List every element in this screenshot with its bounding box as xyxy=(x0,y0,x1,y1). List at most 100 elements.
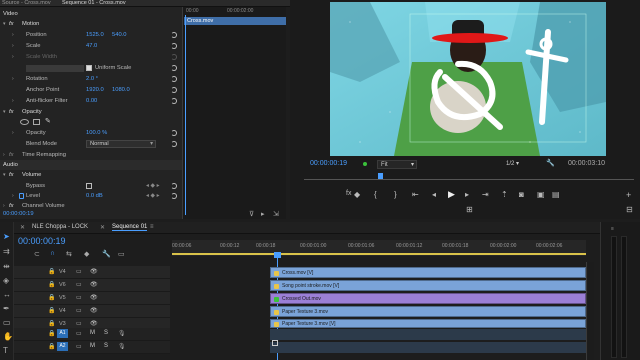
eye-icon[interactable]: 👁 xyxy=(90,268,98,275)
razor-tool-icon[interactable]: ◈ xyxy=(3,276,11,285)
work-area-bar[interactable] xyxy=(172,253,586,255)
fx-clip-bar[interactable]: Cross.mov xyxy=(184,17,286,25)
audio-keyframe-icon[interactable] xyxy=(272,340,278,346)
sync-lock-icon[interactable]: ▭ xyxy=(76,330,82,337)
clip-crossed-out[interactable]: Crossed Out.mov xyxy=(270,293,586,304)
reset-icon[interactable] xyxy=(171,141,177,147)
close-tab-icon[interactable]: ✕ xyxy=(20,224,25,231)
lock-icon[interactable]: 🔒 xyxy=(48,281,55,288)
program-scrubber[interactable] xyxy=(304,175,634,180)
lock-icon[interactable]: 🔒 xyxy=(48,268,55,275)
clip-cross[interactable]: Cross.mov [V] xyxy=(270,267,586,278)
magnet-icon[interactable]: ∩ xyxy=(50,250,55,257)
fx-filter-icon[interactable]: ⊽ xyxy=(249,210,254,218)
motion-toggle[interactable]: ▾ fx xyxy=(3,19,14,29)
reset-icon[interactable] xyxy=(171,98,177,104)
reset-icon[interactable] xyxy=(171,183,177,189)
anchor-y-value[interactable]: 1080.0 xyxy=(112,85,130,95)
stopwatch-icon[interactable] xyxy=(19,193,24,199)
timeline-ruler[interactable]: 00:00:06 00:00:12 00:00:18 00:00:01:00 0… xyxy=(172,240,586,256)
track-name[interactable]: A1 xyxy=(57,329,68,338)
eye-icon[interactable]: 👁 xyxy=(90,320,98,327)
anti-flicker-value[interactable]: 0.00 xyxy=(86,96,97,106)
linked-selection-icon[interactable]: ⇆ xyxy=(66,250,72,258)
track-header[interactable]: V6 🔒 ▭ 👁 xyxy=(14,279,170,292)
lock-icon[interactable]: 🔒 xyxy=(48,330,55,337)
audio-track-header[interactable]: 🔒 A1 ▭ M S 🎙 xyxy=(14,328,170,341)
opacity-value[interactable]: 100.0 % xyxy=(86,128,107,138)
type-tool-icon[interactable]: T xyxy=(3,346,11,355)
bypass-checkbox[interactable] xyxy=(86,183,92,189)
lock-icon[interactable]: 🔒 xyxy=(48,307,55,314)
eye-icon[interactable]: 👁 xyxy=(90,294,98,301)
fx-timecode[interactable]: 00:00:00:19 xyxy=(3,210,34,219)
pen-mask-icon[interactable]: ✎ xyxy=(45,118,51,126)
keyframe-nav-icon[interactable]: ◂ ◆ ▸ xyxy=(146,181,160,191)
fx-playhead[interactable] xyxy=(185,15,186,215)
fx-icon[interactable]: fx xyxy=(346,190,351,197)
reset-icon[interactable] xyxy=(171,76,177,82)
reset-icon[interactable] xyxy=(171,87,177,93)
eye-icon[interactable]: 👁 xyxy=(90,307,98,314)
fit-select[interactable]: Fit ▾ xyxy=(377,160,417,169)
uniform-scale-checkbox[interactable] xyxy=(86,65,92,71)
lift-icon[interactable]: ⇡ xyxy=(501,190,508,199)
go-to-in-icon[interactable]: ⇤ xyxy=(412,190,419,199)
lock-icon[interactable]: 🔒 xyxy=(48,343,55,350)
lock-icon[interactable]: 🔒 xyxy=(48,320,55,327)
audio-clip-a2[interactable] xyxy=(270,342,586,353)
blend-mode-select[interactable]: Normal ▾ xyxy=(86,140,156,148)
ellipse-mask-icon[interactable] xyxy=(20,119,29,125)
scale-value[interactable]: 47.0 xyxy=(86,41,97,51)
timeline-vertical-scrollbar[interactable] xyxy=(588,262,594,360)
clip-paper-texture-v[interactable]: Paper Texture 3.mov [V] xyxy=(270,319,586,328)
mark-in-icon[interactable]: { xyxy=(374,190,377,199)
slip-tool-icon[interactable]: ↔ xyxy=(3,290,11,299)
audio-clip-a1[interactable] xyxy=(270,329,586,340)
track-header[interactable]: V5 🔒 ▭ 👁 xyxy=(14,292,170,305)
reset-icon[interactable] xyxy=(171,43,177,49)
fx-play-icon[interactable]: ▸ xyxy=(261,210,265,218)
solo-button[interactable]: S xyxy=(104,330,108,336)
microphone-icon[interactable]: 🎙 xyxy=(118,330,126,337)
reset-icon[interactable] xyxy=(171,65,177,71)
level-value[interactable]: 0.0 dB xyxy=(86,191,103,201)
time-remapping-label[interactable]: Time Remapping xyxy=(22,150,66,160)
camera-icon[interactable]: ◙ xyxy=(519,190,524,199)
tab-nle-choppa[interactable]: NLE Choppa - LOCK xyxy=(32,224,88,230)
sync-lock-icon[interactable]: ▭ xyxy=(76,307,82,314)
mark-out-icon[interactable]: } xyxy=(394,190,397,199)
reset-icon[interactable] xyxy=(171,130,177,136)
microphone-icon[interactable]: 🎙 xyxy=(118,343,126,350)
clip-paper-texture[interactable]: Paper Texture 3.mov xyxy=(270,306,586,317)
rectangle-tool-icon[interactable]: ▭ xyxy=(3,318,11,327)
meter-menu-icon[interactable]: ≡ xyxy=(611,226,614,232)
track-header[interactable]: V4 🔒 ▭ 👁 xyxy=(14,305,170,318)
go-to-out-icon[interactable]: ⇥ xyxy=(482,190,489,199)
reset-icon[interactable] xyxy=(171,193,177,199)
lock-icon[interactable]: 🔒 xyxy=(48,294,55,301)
fx-export-icon[interactable]: ⇲ xyxy=(273,210,279,218)
tab-sequence[interactable]: Sequence 01 - Cross.mov xyxy=(62,0,126,6)
sync-lock-icon[interactable]: ▭ xyxy=(76,320,82,327)
anchor-x-value[interactable]: 1920.0 xyxy=(86,85,104,95)
rotation-value[interactable]: 2.0 ° xyxy=(86,74,98,84)
eye-icon[interactable]: 👁 xyxy=(90,281,98,288)
hand-tool-icon[interactable]: ✋ xyxy=(3,332,13,341)
program-timecode[interactable]: 00:00:00:19 xyxy=(310,160,347,167)
position-y-value[interactable]: 540.0 xyxy=(112,30,127,40)
sync-lock-icon[interactable]: ▭ xyxy=(76,281,82,288)
solo-button[interactable]: S xyxy=(104,343,108,349)
compare-icon[interactable]: ▣ xyxy=(537,190,545,199)
step-back-icon[interactable]: ◂ xyxy=(432,190,436,199)
tab-sequence-01[interactable]: Sequence 01 xyxy=(112,224,148,231)
safe-margins-icon[interactable]: ⊞ xyxy=(466,205,473,214)
pen-tool-icon[interactable]: ✒ xyxy=(3,304,11,313)
track-name[interactable]: A2 xyxy=(57,342,68,351)
selection-tool-icon[interactable]: ➤ xyxy=(3,232,11,241)
clip-song-point-stroke[interactable]: Song point stroke.mov [V] xyxy=(270,280,586,291)
position-expand[interactable]: › xyxy=(12,30,18,40)
overlay-icon[interactable]: ▤ xyxy=(552,190,560,199)
rectangle-mask-icon[interactable] xyxy=(33,119,40,125)
snap-icon[interactable]: ⊂ xyxy=(34,250,40,258)
